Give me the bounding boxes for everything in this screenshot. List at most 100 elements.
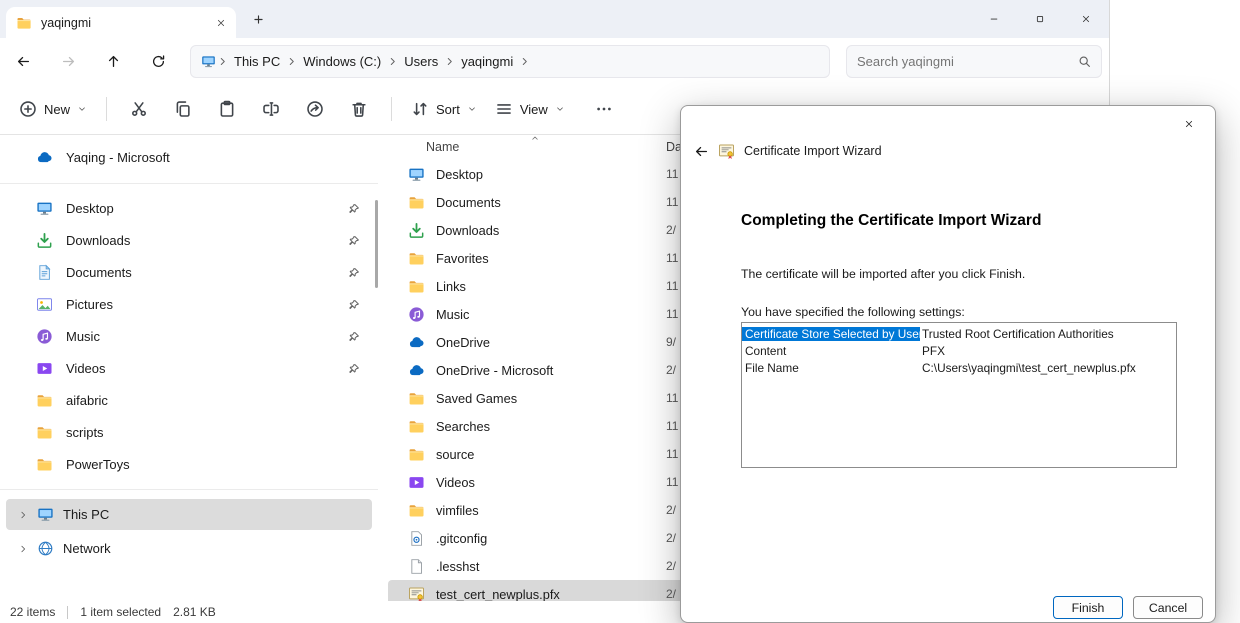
certificate-import-wizard-dialog: Certificate Import Wizard Completing the… <box>680 105 1216 623</box>
dialog-close-button[interactable] <box>1173 112 1205 136</box>
cut-button[interactable] <box>117 91 161 127</box>
folder-icon <box>36 456 53 473</box>
sidebar-item-videos[interactable]: Videos <box>6 353 372 384</box>
sidebar-item-network[interactable]: Network <box>6 533 372 564</box>
sidebar-item-powertoys[interactable]: PowerToys <box>6 449 372 480</box>
search-input[interactable] <box>857 54 1078 69</box>
finish-button[interactable]: Finish <box>1053 596 1123 619</box>
file-name: test_cert_newplus.pfx <box>436 587 560 602</box>
search-box[interactable] <box>846 45 1102 78</box>
certificate-icon <box>718 143 735 160</box>
setting-row-content[interactable]: ContentPFX <box>742 342 1176 359</box>
item-count: 22 items <box>10 605 55 619</box>
breadcrumb-chevron-icon <box>519 56 530 67</box>
file-name: source <box>436 447 474 462</box>
new-tab-button[interactable] <box>252 13 265 26</box>
sidebar-item-label: Music <box>66 329 100 344</box>
back-button[interactable] <box>16 54 31 69</box>
sidebar-item-label: Desktop <box>66 201 114 216</box>
sort-button[interactable]: Sort <box>402 94 486 124</box>
view-button[interactable]: View <box>486 94 574 124</box>
setting-key: Certificate Store Selected by User <box>742 327 920 341</box>
cancel-button[interactable]: Cancel <box>1133 596 1203 619</box>
folder-icon <box>36 424 53 441</box>
cloud-icon <box>408 334 425 351</box>
explorer-tab[interactable]: yaqingmi <box>6 7 236 38</box>
sidebar-item-downloads[interactable]: Downloads <box>6 225 372 256</box>
setting-row-file-name[interactable]: File NameC:\Users\yaqingmi\test_cert_new… <box>742 359 1176 376</box>
file-name: Searches <box>436 419 490 434</box>
setting-key: Content <box>742 344 920 358</box>
minimize-icon <box>989 14 999 24</box>
file-name: .lesshst <box>436 559 479 574</box>
maximize-button[interactable] <box>1017 0 1063 38</box>
copy-icon <box>174 100 192 118</box>
navigation-bar: This PC Windows (C:) Users yaqingmi <box>0 38 1109 84</box>
folder-icon <box>408 446 425 463</box>
sidebar-item-documents[interactable]: Documents <box>6 257 372 288</box>
pin-icon <box>348 235 360 247</box>
setting-value: PFX <box>920 344 945 358</box>
downloads-icon <box>408 222 425 239</box>
new-icon <box>19 100 37 118</box>
chevron-down-icon <box>555 104 565 114</box>
file-date-modified: 2/ <box>666 587 676 601</box>
file-date-modified: 11 <box>666 279 678 293</box>
file-name: Saved Games <box>436 391 517 406</box>
sort-icon <box>411 100 429 118</box>
sidebar-item-scripts[interactable]: scripts <box>6 417 372 448</box>
gitconfig-icon <box>408 530 425 547</box>
folder-icon <box>36 392 53 409</box>
file-name: Favorites <box>436 251 489 266</box>
sidebar-item-desktop[interactable]: Desktop <box>6 193 372 224</box>
sidebar-item-label: scripts <box>66 425 104 440</box>
pin-icon <box>348 331 360 343</box>
breadcrumb-item-windows-c[interactable]: Windows (C:) <box>298 54 386 69</box>
up-button[interactable] <box>106 54 121 69</box>
videos-icon <box>36 360 53 377</box>
pin-icon <box>348 267 360 279</box>
sidebar: Yaqing - Microsoft Desktop DownloadsDocum… <box>0 135 378 601</box>
wizard-back-button[interactable] <box>694 144 709 159</box>
screen: yaqingmi This PC Windows (C:) Users yaqingm… <box>0 0 1240 623</box>
folder-icon <box>408 502 425 519</box>
minimize-button[interactable] <box>971 0 1017 38</box>
column-header-name[interactable]: Name <box>426 140 459 154</box>
refresh-button[interactable] <box>151 54 166 69</box>
sidebar-item-pictures[interactable]: Pictures <box>6 289 372 320</box>
sidebar-item-music[interactable]: Music <box>6 321 372 352</box>
breadcrumb-item-this-pc[interactable]: This PC <box>229 54 285 69</box>
status-divider <box>67 606 68 619</box>
chevron-right-icon <box>18 544 28 554</box>
breadcrumb-item-users[interactable]: Users <box>399 54 443 69</box>
new-button[interactable]: New <box>10 94 96 124</box>
breadcrumb-chevron-icon <box>387 56 398 67</box>
cloud-icon <box>408 362 425 379</box>
sidebar-tree: This PCNetwork <box>0 499 378 564</box>
file-name: Links <box>436 279 466 294</box>
rename-button[interactable] <box>249 91 293 127</box>
sidebar-item-onedrive[interactable]: Yaqing - Microsoft <box>6 141 372 174</box>
file-name: Music <box>436 307 469 322</box>
documents-icon <box>36 264 53 281</box>
paste-button[interactable] <box>205 91 249 127</box>
tab-title: yaqingmi <box>41 16 91 30</box>
close-button[interactable] <box>1063 0 1109 38</box>
more-options-button[interactable] <box>582 91 626 127</box>
sidebar-item-this-pc[interactable]: This PC <box>6 499 372 530</box>
delete-button[interactable] <box>337 91 381 127</box>
setting-key: File Name <box>742 361 920 375</box>
forward-button[interactable] <box>61 54 76 69</box>
more-icon <box>595 100 613 118</box>
tab-close-icon[interactable] <box>216 18 226 28</box>
sidebar-item-aifabric[interactable]: aifabric <box>6 385 372 416</box>
breadcrumb-item-yaqingmi[interactable]: yaqingmi <box>456 54 518 69</box>
copy-button[interactable] <box>161 91 205 127</box>
file-name: Documents <box>436 195 501 210</box>
file-date-modified: 2/ <box>666 503 676 517</box>
share-button[interactable] <box>293 91 337 127</box>
sidebar-scrollbar[interactable] <box>375 200 378 288</box>
breadcrumb-chevron-icon <box>217 56 228 67</box>
wizard-settings-table[interactable]: Certificate Store Selected by UserTruste… <box>741 322 1177 468</box>
setting-row-certificate-store-selected-by-user[interactable]: Certificate Store Selected by UserTruste… <box>742 325 1176 342</box>
